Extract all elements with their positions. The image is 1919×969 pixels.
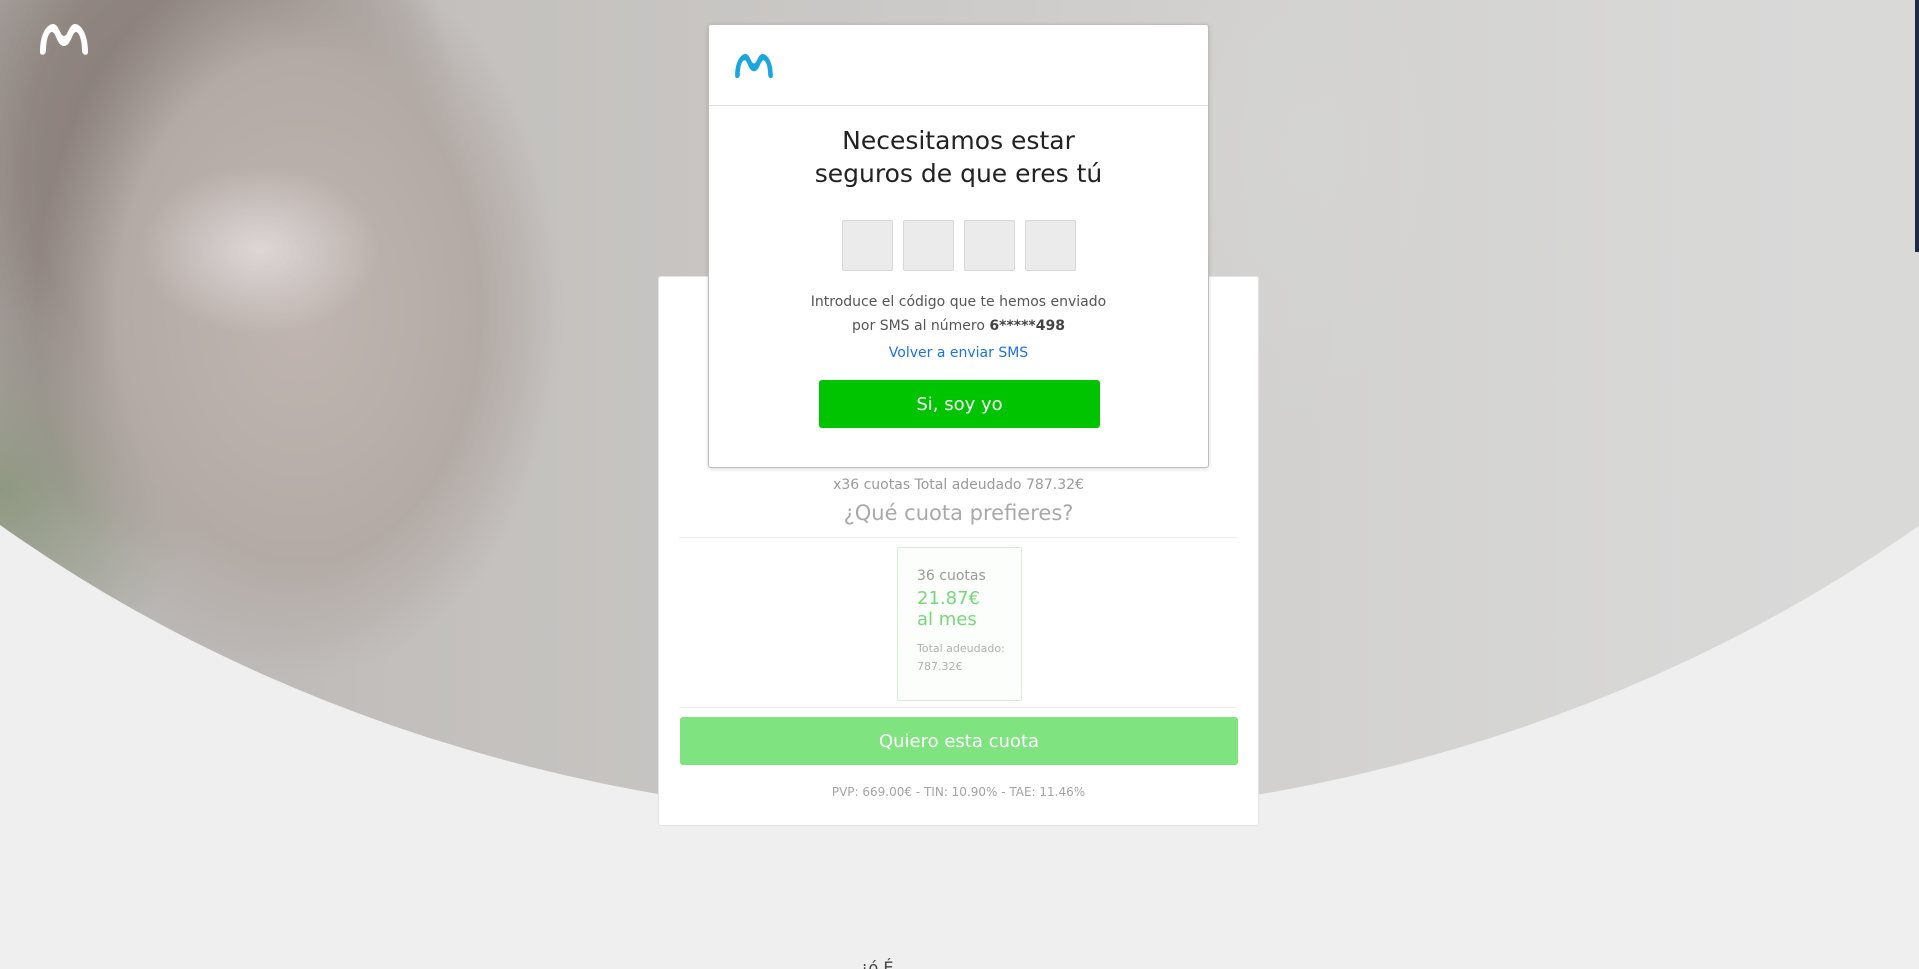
instructions-prefix: por SMS al número bbox=[852, 318, 990, 334]
plan-period: al mes bbox=[917, 609, 977, 630]
plan-amount: 21.87€ bbox=[917, 588, 980, 609]
sms-instructions: Introduce el código que te hemos enviado… bbox=[709, 290, 1208, 338]
sms-code-digit-1[interactable] bbox=[841, 220, 893, 271]
sms-code-digit-3[interactable] bbox=[963, 220, 1015, 271]
divider bbox=[679, 707, 1238, 708]
installment-question: ¿Qué cuota prefieres? bbox=[843, 501, 1074, 525]
sms-code-inputs bbox=[709, 220, 1208, 271]
sms-verification-modal: Necesitamos estar seguros de que eres tú… bbox=[708, 24, 1209, 468]
movistar-logo-icon[interactable] bbox=[36, 18, 92, 58]
masked-phone-number: 6*****498 bbox=[989, 318, 1065, 334]
resend-sms-link[interactable]: Volver a enviar SMS bbox=[709, 345, 1208, 361]
modal-title-line1: Necesitamos estar bbox=[842, 126, 1075, 155]
confirm-identity-button[interactable]: Si, soy yo bbox=[819, 380, 1100, 428]
installment-summary: x36 cuotas Total adeudado 787.32€ bbox=[833, 477, 1084, 493]
choose-installment-button[interactable]: Quiero esta cuota bbox=[680, 717, 1238, 765]
plan-total: Total adeudado: 787.32€ bbox=[917, 640, 1012, 676]
modal-header bbox=[709, 25, 1208, 106]
plan-option-36[interactable]: 36 cuotas 21.87€ al mes Total adeudado: … bbox=[897, 547, 1022, 701]
pricing-legal-text: PVP: 669.00€ - TIN: 10.90% - TAE: 11.46% bbox=[831, 785, 1086, 799]
below-fold-text: ¿ó É bbox=[860, 958, 894, 969]
modal-title-line2: seguros de que eres tú bbox=[814, 159, 1103, 188]
sms-code-digit-4[interactable] bbox=[1024, 220, 1076, 271]
divider bbox=[679, 537, 1238, 538]
sms-code-digit-2[interactable] bbox=[902, 220, 954, 271]
plan-installments: 36 cuotas bbox=[917, 568, 986, 584]
plan-total-value: 787.32€ bbox=[917, 660, 963, 673]
instructions-line1: Introduce el código que te hemos enviado bbox=[810, 294, 1107, 310]
movistar-logo-icon bbox=[735, 54, 773, 79]
modal-title: Necesitamos estar seguros de que eres tú bbox=[709, 124, 1208, 190]
plan-total-label: Total adeudado: bbox=[917, 642, 1005, 655]
scroll-edge bbox=[1915, 0, 1919, 252]
